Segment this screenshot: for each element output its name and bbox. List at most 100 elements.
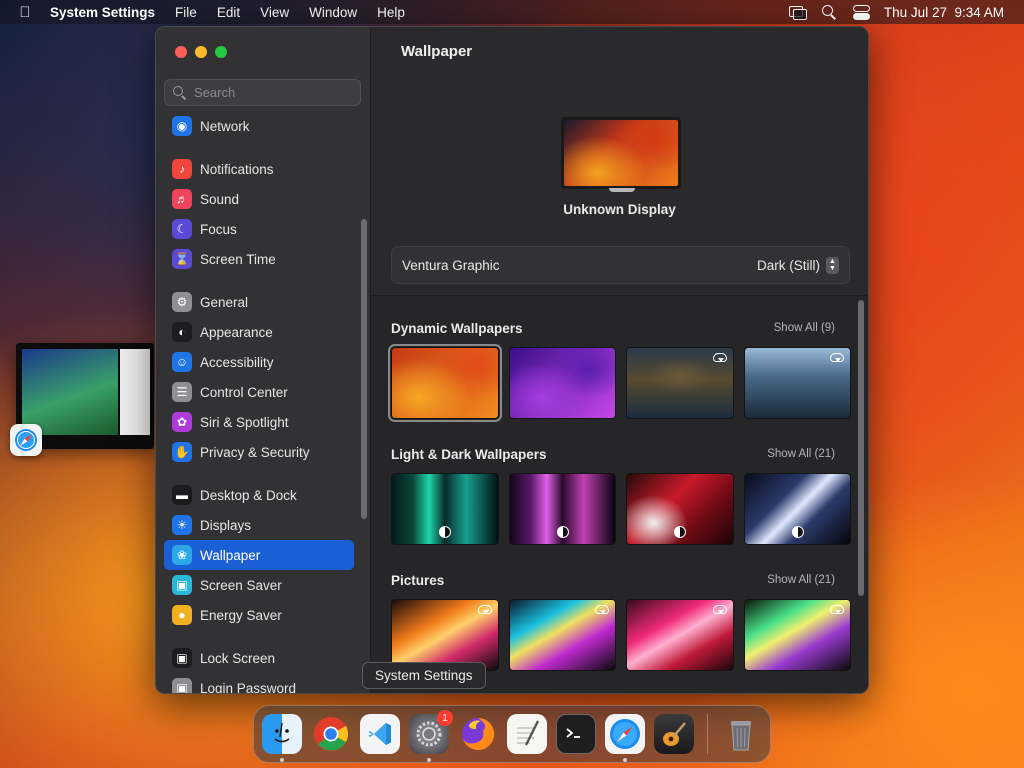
wallpaper-thumbnail-catalina[interactable] [743,347,851,419]
menu-help[interactable]: Help [377,5,405,20]
window-controls [175,46,227,58]
show-all-button[interactable]: Show All (21) [767,448,835,460]
menu-app-name[interactable]: System Settings [50,5,155,20]
preview-image [22,349,118,435]
menu-window[interactable]: Window [309,5,357,20]
search-icon [173,85,187,100]
wallpaper-thumbnail-imac-red[interactable] [626,473,734,545]
sidebar-item-siri-spotlight[interactable]: ✿ Siri & Spotlight [164,407,354,437]
vscode-icon[interactable] [360,714,400,754]
textedit-icon[interactable] [507,714,547,754]
system-settings-window: Search ◉ Network ♪ Notifications ♬ Sound ☾ Focu… [155,26,869,694]
sidebar-item-displays[interactable]: ☀ Displays [164,510,354,540]
wallpaper-thumbnail-swirl-orange[interactable] [391,599,499,671]
sidebar-item-label: Sound [200,191,240,207]
minimize-button[interactable] [195,46,207,58]
menu-file[interactable]: File [175,5,197,20]
terminal-icon[interactable] [556,714,596,754]
sidebar-item-lock-screen[interactable]: ▣ Lock Screen [164,643,354,673]
sidebar-list: ◉ Network ♪ Notifications ♬ Sound ☾ Focus ⌛ Scree… [164,111,354,693]
sidebar-scrollbar[interactable] [361,219,367,519]
zoom-button[interactable] [215,46,227,58]
sidebar-item-desktop-dock[interactable]: ▬ Desktop & Dock [164,480,354,510]
wallpaper-section: Pictures Show All (21) [391,570,851,671]
section-header: Dynamic Wallpapers Show All (9) [391,318,851,338]
section-title: Pictures [391,572,445,588]
accessibility-icon: ☺ [172,352,192,372]
cloud-download-icon [477,605,492,614]
popup-chevron-icon: ▲ ▼ [826,256,839,274]
wallpaper-thumbnail-macbook-pro-green[interactable] [391,473,499,545]
dock-tooltip: System Settings [362,662,486,689]
light-dark-mode-icon [439,526,451,538]
sun-icon: ☀ [172,515,192,535]
safari-icon[interactable] [10,424,42,456]
finder-icon[interactable] [262,714,302,762]
menu-edit[interactable]: Edit [217,5,240,20]
siri-icon: ✿ [172,412,192,432]
sidebar-item-appearance[interactable]: ◐ Appearance [164,317,354,347]
sidebar-item-login-password[interactable]: ▣ Login Password [164,673,354,693]
wallpaper-thumbnail-macbook-pro-purple[interactable] [508,473,616,545]
thumbnail-row [391,473,851,545]
chrome-icon[interactable] [311,714,351,754]
sidebar-item-label: Appearance [200,324,273,340]
sidebar-item-energy-saver[interactable]: ● Energy Saver [164,600,354,630]
safari-dock-icon[interactable] [605,714,645,762]
wallpaper-thumbnail-swirl-green[interactable] [743,599,851,671]
wallpaper-thumbnail-swirl-pink[interactable] [626,599,734,671]
running-indicator [427,758,431,762]
show-all-button[interactable]: Show All (9) [774,322,835,334]
wallpaper-thumbnail-monterey[interactable] [508,347,616,419]
display-name: Unknown Display [563,202,676,217]
menu-clock[interactable]: Thu Jul 27 9:34 AM [884,5,1004,20]
sidebar-item-notifications[interactable]: ♪ Notifications [164,154,354,184]
sidebar-item-network[interactable]: ◉ Network [164,111,354,141]
trash-icon[interactable] [721,714,761,754]
spotlight-search-icon[interactable] [820,5,838,19]
apple-logo-icon[interactable]:  [0,4,50,21]
gallery-scrollbar[interactable] [858,300,864,596]
screen-mirroring-icon[interactable] [788,5,807,20]
firefox-icon[interactable] [458,714,498,754]
wallpaper-section: Dynamic Wallpapers Show All (9) [388,318,851,422]
menu-view[interactable]: View [260,5,289,20]
sidebar: Search ◉ Network ♪ Notifications ♬ Sound ☾ Focu… [156,27,371,693]
light-dark-mode-icon [674,526,686,538]
sidebar-item-focus[interactable]: ☾ Focus [164,214,354,244]
system-settings-icon[interactable]: 1 [409,710,453,762]
sidebar-item-label: Privacy & Security [200,444,310,460]
close-button[interactable] [175,46,187,58]
appearance-popup[interactable]: Dark (Still) ▲ ▼ [757,256,839,274]
dock-separator [707,714,708,754]
garageband-icon[interactable] [654,714,694,754]
search-input[interactable]: Search [164,79,361,106]
sidebar-item-general[interactable]: ⚙ General [164,287,354,317]
sidebar-item-screen-saver[interactable]: ▣ Screen Saver [164,570,354,600]
wallpaper-thumbnail-big-sur-coast[interactable] [626,347,734,419]
show-all-button[interactable]: Show All (21) [767,574,835,586]
display-preview [561,117,681,189]
wallpaper-thumbnail-imac-blue[interactable] [743,473,851,545]
sidebar-item-wallpaper[interactable]: ❀ Wallpaper [164,540,354,570]
notification-badge: 1 [437,710,453,726]
cloud-download-icon [712,605,727,614]
control-center-icon[interactable] [852,5,870,20]
sidebar-item-label: Screen Time [200,251,276,267]
sidebar-item-sound[interactable]: ♬ Sound [164,184,354,214]
wallpaper-thumbnail-ventura[interactable] [388,344,502,422]
sidebar-item-label: Lock Screen [200,650,276,666]
bell-icon: ♪ [172,159,192,179]
screen-saver-icon: ▣ [172,575,192,595]
dock: 1 [253,705,771,763]
wallpaper-style-row: Ventura Graphic Dark (Still) ▲ ▼ [391,246,850,284]
cloud-download-icon [595,605,609,614]
cloud-download-icon [712,353,727,362]
globe-icon: ◉ [172,116,192,136]
sidebar-item-accessibility[interactable]: ☺ Accessibility [164,347,354,377]
sidebar-item-screen-time[interactable]: ⌛ Screen Time [164,244,354,274]
wallpaper-thumbnail-swirl-cyan[interactable] [508,599,616,671]
sidebar-item-privacy-security[interactable]: ✋ Privacy & Security [164,437,354,467]
sidebar-item-control-center[interactable]: ☰ Control Center [164,377,354,407]
